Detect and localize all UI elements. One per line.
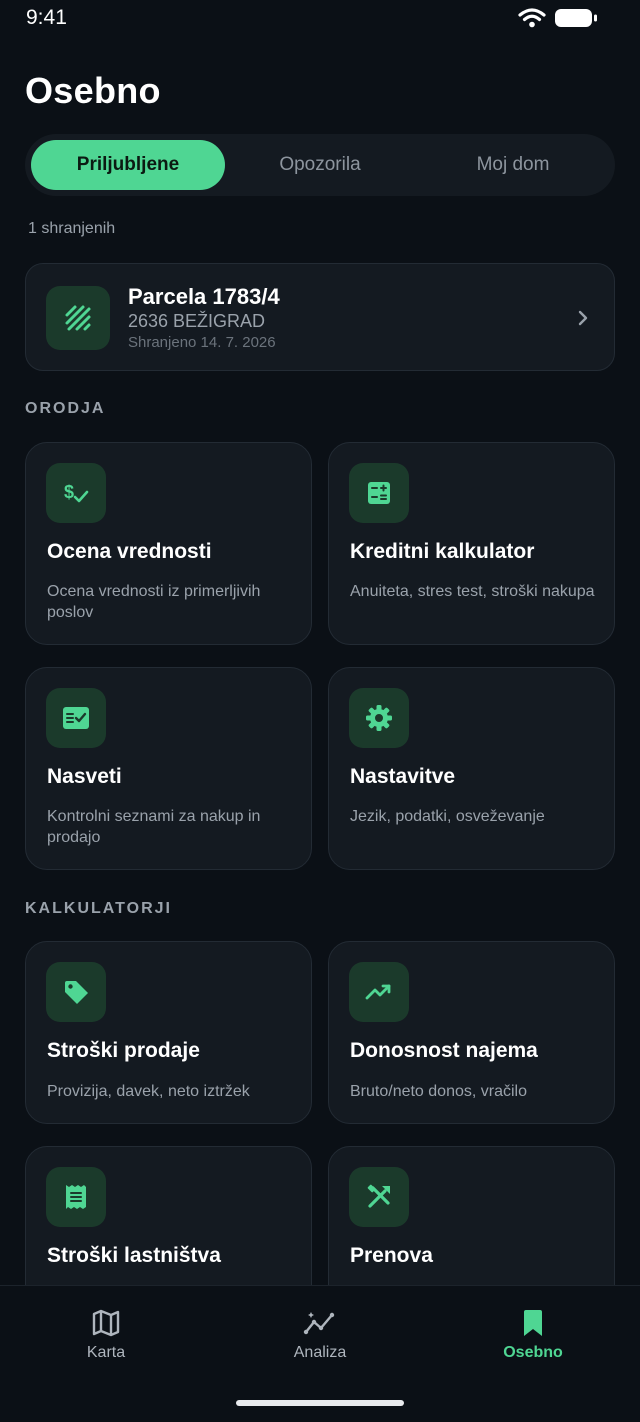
svg-text:$: $ <box>64 482 74 502</box>
status-time: 9:41 <box>26 6 67 29</box>
tile-description: Provizija, davek, neto iztržek <box>47 1083 250 1100</box>
saved-count: 1 shranjenih <box>28 220 116 237</box>
section-label-tools: ORODJA <box>25 400 106 417</box>
tab-priljubljene[interactable]: Priljubljene <box>31 140 225 190</box>
nav-item-karta[interactable]: Karta <box>36 1308 176 1362</box>
chevron-right-icon <box>578 310 588 326</box>
tile-description: Ocena vrednosti iz primerljivih poslov <box>47 583 261 621</box>
tile-description: Jezik, podatki, osveževanje <box>350 808 545 825</box>
tool-tile-valuation[interactable]: $ Ocena vrednosti Ocena vrednosti iz pri… <box>25 442 312 645</box>
tool-tile-credit-calculator[interactable]: Kreditni kalkulator Anuiteta, stres test… <box>328 442 615 645</box>
tool-tile-tips[interactable]: Nasveti Kontrolni seznami za nakup in pr… <box>25 667 312 870</box>
tab-opozorila[interactable]: Opozorila <box>223 140 417 190</box>
tile-description: Bruto/neto donos, vračilo <box>350 1083 527 1100</box>
saved-parcel-card[interactable]: Parcela 1783/4 2636 BEŽIGRAD Shranjeno 1… <box>25 263 615 371</box>
bookmark-icon <box>524 1310 542 1336</box>
checklist-icon <box>46 688 106 748</box>
calc-tile-rental-yield[interactable]: Donosnost najema Bruto/neto donos, vrači… <box>328 941 615 1124</box>
tag-icon <box>46 962 106 1022</box>
gear-icon <box>349 688 409 748</box>
nav-label: Analiza <box>293 1344 347 1361</box>
tile-title: Stroški lastništva <box>47 1244 221 1267</box>
battery-icon <box>555 9 597 27</box>
tile-title: Nastavitve <box>350 765 456 788</box>
tile-title: Kreditni kalkulator <box>350 540 535 563</box>
calculator-icon <box>349 463 409 523</box>
home-indicator <box>236 1400 404 1406</box>
tile-title: Prenova <box>350 1244 433 1267</box>
parcel-title: Parcela 1783/4 <box>128 284 280 309</box>
tile-description: Kontrolni seznami za nakup in prodajo <box>47 808 261 846</box>
tab-moj-dom[interactable]: Moj dom <box>416 140 610 190</box>
tile-title: Stroški prodaje <box>47 1039 200 1062</box>
status-bar: 9:41 <box>0 0 640 40</box>
tile-title: Donosnost najema <box>350 1039 538 1062</box>
trending-up-icon <box>349 962 409 1022</box>
tool-tile-settings[interactable]: Nastavitve Jezik, podatki, osveževanje <box>328 667 615 870</box>
section-label-calculators: KALKULATORJI <box>25 900 172 917</box>
tools-icon <box>349 1167 409 1227</box>
segmented-tabs: Priljubljene Opozorila Moj dom <box>25 134 615 196</box>
tile-title: Nasveti <box>47 765 122 788</box>
calc-tile-selling-costs[interactable]: Stroški prodaje Provizija, davek, neto i… <box>25 941 312 1124</box>
price-check-icon: $ <box>46 463 106 523</box>
page-title: Osebno <box>25 70 161 111</box>
nav-item-osebno[interactable]: Osebno <box>463 1308 603 1362</box>
analytics-icon <box>303 1312 335 1335</box>
nav-item-analiza[interactable]: Analiza <box>250 1308 390 1362</box>
wifi-icon <box>518 8 546 28</box>
nav-label: Karta <box>86 1344 126 1361</box>
tile-title: Ocena vrednosti <box>47 540 212 563</box>
tile-description: Anuiteta, stres test, stroški nakupa <box>350 583 595 600</box>
nav-label: Osebno <box>503 1344 563 1361</box>
parcel-saved-date: Shranjeno 14. 7. 2026 <box>128 334 276 351</box>
parcel-hatch-icon <box>46 286 110 350</box>
receipt-icon <box>46 1167 106 1227</box>
parcel-location: 2636 BEŽIGRAD <box>128 311 266 331</box>
map-icon <box>92 1309 120 1337</box>
